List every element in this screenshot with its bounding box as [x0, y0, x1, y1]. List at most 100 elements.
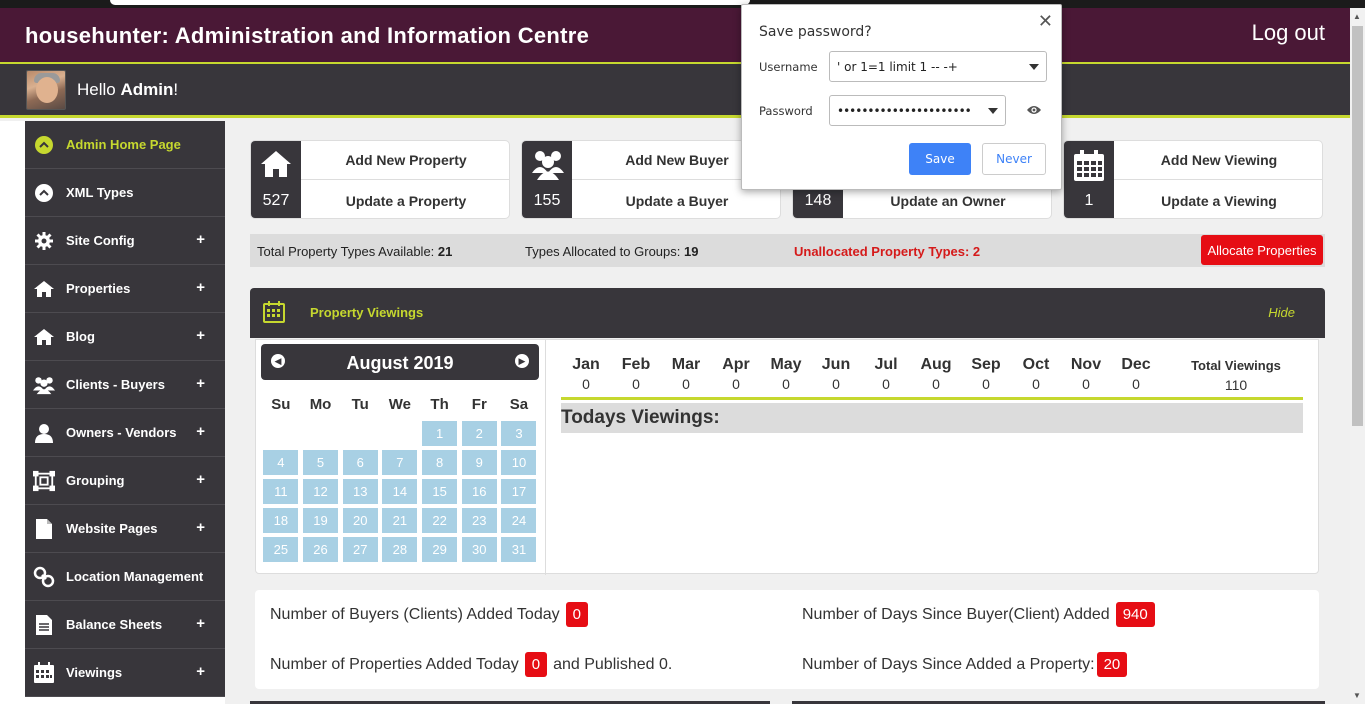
allocate-properties-button[interactable]: Allocate Properties — [1201, 235, 1323, 265]
calendar-day[interactable]: 5 — [303, 450, 339, 475]
scroll-up-icon[interactable]: ▲ — [1353, 12, 1361, 21]
sidebar: Admin Home Page XML Types Site Config + Prop… — [25, 121, 225, 697]
calendar-day[interactable]: 27 — [342, 537, 378, 562]
add-property-button[interactable]: Add New Property — [301, 141, 509, 180]
calendar-day[interactable]: 1 — [422, 421, 458, 446]
expand-icon[interactable]: + — [196, 375, 205, 392]
calendar-day[interactable]: 21 — [382, 508, 418, 533]
calendar-day[interactable]: 30 — [461, 537, 497, 562]
calendar-week: 25 26 27 28 29 30 31 — [261, 535, 539, 564]
expand-icon[interactable]: + — [196, 327, 205, 344]
save-password-dialog: Save password? ✕ Username ' or 1=1 limit… — [741, 4, 1062, 190]
calendar-day[interactable]: 13 — [342, 479, 378, 504]
calendar-header: ◀ August 2019 ▶ — [261, 344, 539, 380]
expand-icon[interactable]: + — [196, 519, 205, 536]
calendar-day[interactable]: 20 — [342, 508, 378, 533]
username-field[interactable]: ' or 1=1 limit 1 -- -+ — [829, 51, 1047, 82]
sidebar-item-xml-types[interactable]: XML Types — [25, 169, 225, 217]
hide-panel-link[interactable]: Hide — [1268, 305, 1295, 320]
sidebar-item-blog[interactable]: Blog + — [25, 313, 225, 361]
sidebar-item-viewings[interactable]: Viewings + — [25, 649, 225, 697]
calendar-day[interactable]: 6 — [342, 450, 378, 475]
calendar-week: 18 19 20 21 22 23 24 — [261, 506, 539, 535]
calendar-day[interactable]: 17 — [501, 479, 537, 504]
calendar-day[interactable]: 28 — [382, 537, 418, 562]
password-field[interactable]: •••••••••••••••••••••• — [829, 95, 1006, 126]
calendar-day[interactable]: 16 — [461, 479, 497, 504]
month-name: Aug — [920, 356, 952, 373]
calendar-day[interactable]: 8 — [422, 450, 458, 475]
sidebar-item-grouping[interactable]: Grouping + — [25, 457, 225, 505]
never-button[interactable]: Never — [982, 143, 1046, 175]
calendar-day[interactable]: 19 — [303, 508, 339, 533]
calendar-day[interactable]: 22 — [422, 508, 458, 533]
month-name: Nov — [1070, 356, 1102, 373]
calendar-day[interactable]: 26 — [303, 537, 339, 562]
next-month-button[interactable]: ▶ — [515, 354, 529, 368]
calendar-day[interactable]: 23 — [461, 508, 497, 533]
weekday-label: We — [388, 396, 412, 413]
calendar-day[interactable]: 12 — [303, 479, 339, 504]
calendar-day[interactable]: 4 — [263, 450, 299, 475]
add-viewing-button[interactable]: Add New Viewing — [1114, 141, 1322, 180]
expand-icon[interactable]: + — [196, 279, 205, 296]
home-icon — [261, 151, 291, 177]
calendar-day[interactable]: 11 — [263, 479, 299, 504]
expand-icon[interactable]: + — [196, 663, 205, 680]
calendar-day[interactable]: 31 — [501, 537, 537, 562]
calendar-day[interactable]: 15 — [422, 479, 458, 504]
sidebar-item-owners-vendors[interactable]: Owners - Vendors + — [25, 409, 225, 457]
expand-icon[interactable]: + — [196, 231, 205, 248]
expand-icon[interactable]: + — [196, 471, 205, 488]
weekday-label: Fr — [471, 396, 487, 413]
file-icon — [33, 518, 55, 540]
month-column: Mar 0 — [661, 356, 711, 392]
sidebar-item-balance-sheets[interactable]: Balance Sheets + — [25, 601, 225, 649]
month-value: 0 — [882, 376, 890, 392]
sidebar-item-website-pages[interactable]: Website Pages + — [25, 505, 225, 553]
page-scrollbar[interactable]: ▲ ▼ — [1350, 8, 1365, 704]
site-header: househunter: Administration and Informat… — [0, 8, 1350, 64]
home-icon — [33, 278, 55, 300]
month-name: Apr — [722, 356, 750, 373]
update-viewing-button[interactable]: Update a Viewing — [1114, 181, 1322, 218]
logout-link[interactable]: Log out — [1252, 20, 1325, 46]
close-icon[interactable]: ✕ — [1038, 11, 1053, 32]
calendar-day[interactable]: 14 — [382, 479, 418, 504]
sidebar-item-site-config[interactable]: Site Config + — [25, 217, 225, 265]
dialog-title: Save password? — [759, 24, 872, 40]
calendar-day[interactable]: 7 — [382, 450, 418, 475]
month-name: Sep — [971, 356, 1001, 373]
scroll-thumb[interactable] — [1352, 26, 1363, 426]
sidebar-item-properties[interactable]: Properties + — [25, 265, 225, 313]
month-name: Jun — [821, 356, 851, 373]
calendar-day[interactable]: 24 — [501, 508, 537, 533]
sidebar-item-admin-home-page[interactable]: Admin Home Page — [25, 121, 225, 169]
calendar-day[interactable]: 29 — [422, 537, 458, 562]
browser-tab — [110, 0, 750, 5]
calendar-day[interactable]: 18 — [263, 508, 299, 533]
update-property-button[interactable]: Update a Property — [301, 181, 509, 218]
month-name: Oct — [1022, 356, 1050, 373]
calendar-icon — [263, 301, 285, 323]
scroll-down-icon[interactable]: ▼ — [1353, 691, 1361, 700]
sidebar-item-location-management[interactable]: Location Management — [25, 553, 225, 601]
calendar-day[interactable]: 25 — [263, 537, 299, 562]
calendar-day[interactable]: 3 — [501, 421, 537, 446]
save-password-button[interactable]: Save — [909, 143, 971, 175]
browser-chrome — [0, 0, 1365, 8]
tile-icon-box: 155 — [522, 141, 572, 218]
chevron-up-circle-icon — [33, 134, 55, 156]
calendar-day[interactable]: 9 — [461, 450, 497, 475]
expand-icon[interactable]: + — [196, 423, 205, 440]
expand-icon[interactable]: + — [196, 615, 205, 632]
month-value: 0 — [1032, 376, 1040, 392]
calendar-day[interactable]: 10 — [501, 450, 537, 475]
month-column: Sep 0 — [961, 356, 1011, 392]
month-name: May — [770, 356, 802, 373]
sidebar-item-clients-buyers[interactable]: Clients - Buyers + — [25, 361, 225, 409]
group-icon — [33, 470, 55, 492]
eye-icon[interactable] — [1026, 104, 1042, 116]
users-icon — [532, 151, 564, 180]
calendar-day[interactable]: 2 — [461, 421, 497, 446]
